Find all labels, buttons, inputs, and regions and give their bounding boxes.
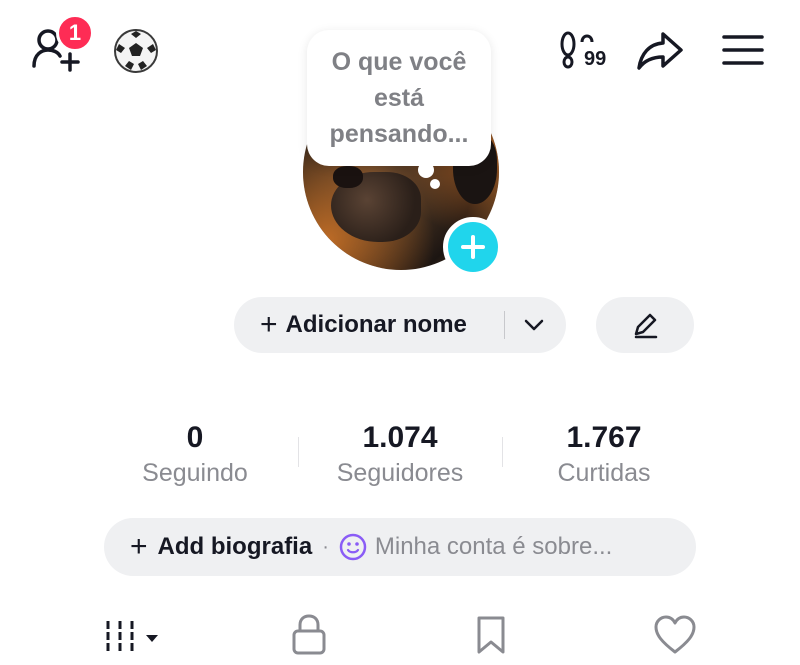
stat-following[interactable]: 0 Seguindo xyxy=(100,420,290,490)
plus-icon: + xyxy=(130,530,148,563)
stat-value: 1.074 xyxy=(362,421,438,454)
profile-views-count: 99 xyxy=(584,48,607,70)
add-name-button[interactable]: + Adicionar nome xyxy=(234,297,566,353)
add-bio-label: Add biografia xyxy=(157,533,313,560)
share-icon xyxy=(637,32,683,70)
tab-liked[interactable] xyxy=(650,610,700,660)
tab-saved[interactable] xyxy=(468,610,514,660)
separator-dot: · xyxy=(322,535,329,558)
divider xyxy=(504,311,505,339)
add-avatar-button[interactable] xyxy=(443,217,503,277)
notification-badge: 1 xyxy=(56,14,94,52)
hamburger-menu-icon xyxy=(722,35,764,65)
menu-button[interactable] xyxy=(720,30,766,70)
stat-label: Seguidores xyxy=(336,459,464,487)
tab-videos[interactable] xyxy=(98,610,168,660)
edit-profile-button[interactable] xyxy=(596,297,694,353)
smile-icon xyxy=(339,533,367,561)
stat-divider xyxy=(298,437,299,467)
tab-private[interactable] xyxy=(284,610,334,660)
stat-value: 0 xyxy=(186,421,204,454)
stat-label: Seguindo xyxy=(142,459,248,487)
stat-likes[interactable]: 1.767 Curtidas xyxy=(509,420,699,490)
avatar-dog-nose xyxy=(333,166,363,188)
plus-icon: + xyxy=(260,308,278,341)
add-name-label: Adicionar nome xyxy=(285,311,467,338)
pencil-icon xyxy=(634,313,658,339)
lock-icon xyxy=(292,614,326,655)
thought-bubble-tail xyxy=(418,162,434,178)
stat-label: Curtidas xyxy=(557,459,651,487)
thought-bubble[interactable]: O que você está pensando... xyxy=(307,30,491,166)
bio-placeholder: Minha conta é sobre... xyxy=(374,533,613,560)
share-button[interactable] xyxy=(634,27,686,73)
account-switch-dropdown[interactable] xyxy=(520,311,548,339)
stat-divider xyxy=(502,437,503,467)
videos-grid-icon xyxy=(106,621,158,651)
plus-icon xyxy=(461,235,485,259)
soccer-ball-icon xyxy=(114,29,158,73)
chevron-down-icon xyxy=(524,319,544,331)
bookmark-icon xyxy=(477,616,505,654)
soccer-ball-button[interactable] xyxy=(112,27,160,75)
thought-bubble-tail-small xyxy=(430,179,440,189)
heart-icon xyxy=(654,615,696,654)
thought-bubble-text: O que você está pensando... xyxy=(329,48,469,148)
stat-value: 1.767 xyxy=(566,421,642,454)
stat-followers[interactable]: 1.074 Seguidores xyxy=(305,420,495,490)
add-bio-button[interactable]: + Add biografia · Minha conta é sobre... xyxy=(104,518,696,576)
